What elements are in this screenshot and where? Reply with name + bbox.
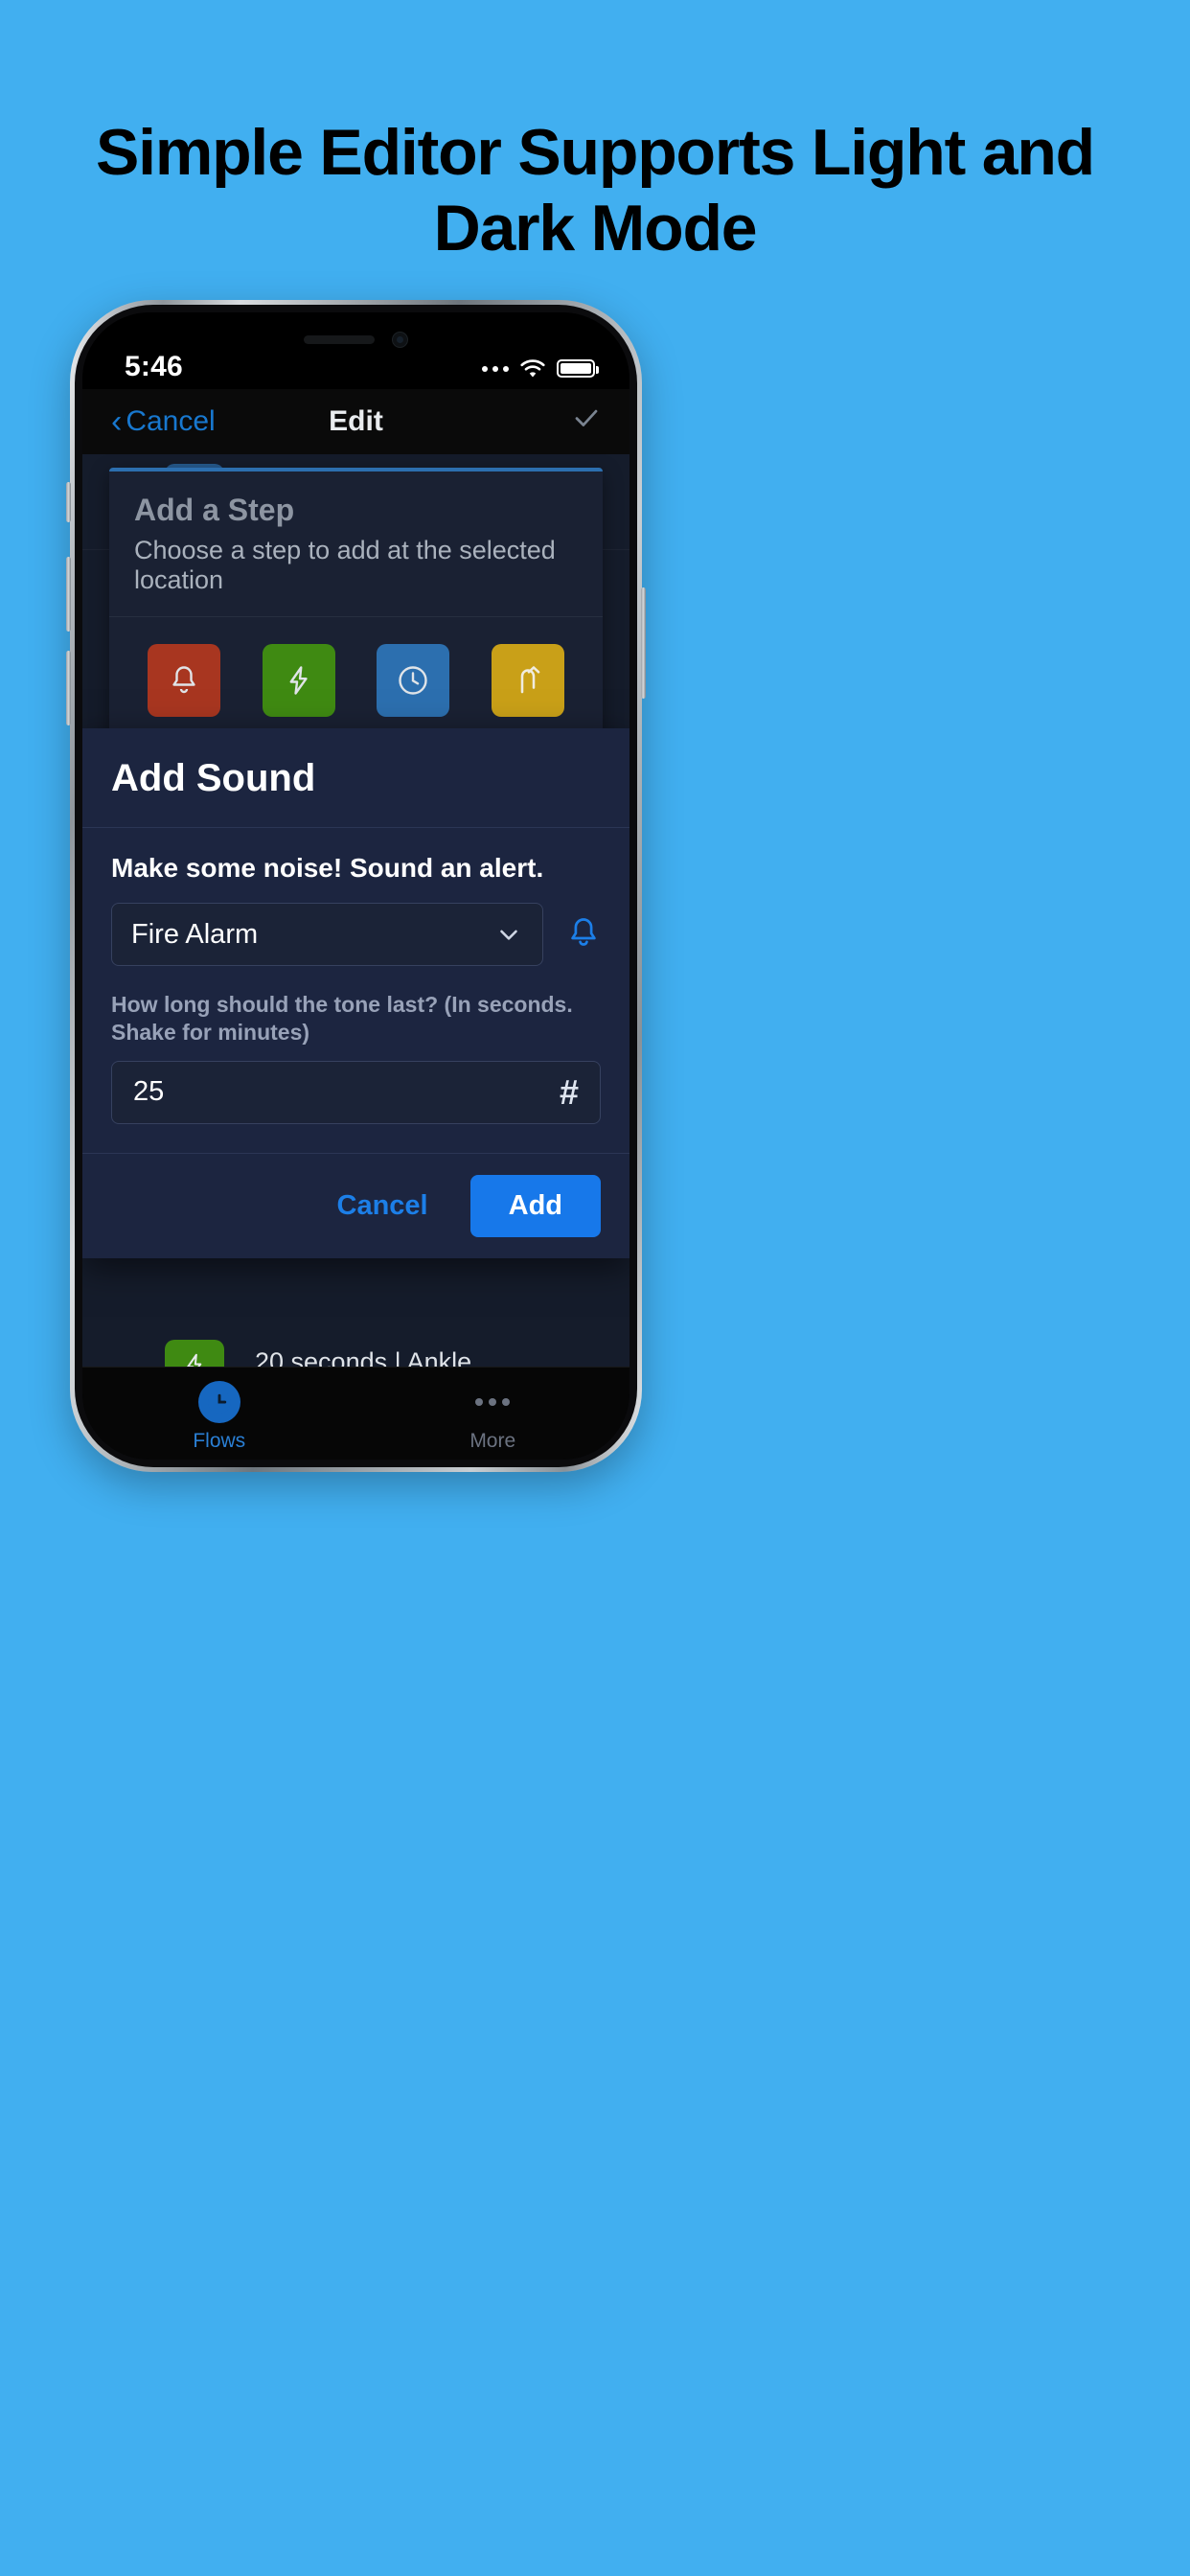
tab-more[interactable]: More [356,1381,630,1453]
duration-input[interactable]: 25 # [111,1060,601,1124]
row-actions [518,1364,605,1367]
status-bar: 5:46 [82,312,629,389]
done-button[interactable] [572,403,601,440]
dialog-footer: Cancel Add [82,1152,629,1258]
marketing-screenshot: Simple Editor Supports Light and Dark Mo… [0,0,1190,2576]
trash-icon[interactable] [579,1364,605,1367]
signal-dots-icon [482,365,509,372]
chevron-left-icon: ‹ [111,403,123,440]
sound-select-value: Fire Alarm [131,918,259,950]
dialog-cancel-button[interactable]: Cancel [320,1179,446,1233]
add-step-subtitle: Choose a step to add at the selected loc… [134,536,556,594]
dialog-add-button[interactable]: Add [469,1174,601,1237]
chevron-down-icon [500,930,517,940]
goto-arrow-icon [492,644,565,717]
add-step-panel: Add a Step Choose a step to add at the s… [109,468,603,770]
sound-select[interactable]: Fire Alarm [111,903,543,966]
wifi-icon [520,359,545,378]
battery-full-icon [557,359,599,378]
navigation-bar: ‹ Cancel Edit [82,389,629,454]
tab-bar: Flows More [82,1367,629,1460]
add-step-title: Add a Step [134,493,295,527]
editor-body: 9 Wait Wait 15 seconds [82,454,629,1367]
bell-icon [147,644,220,717]
tab-label: More [469,1430,516,1452]
sound-select-row: Fire Alarm [111,903,601,966]
row-text: 20 seconds | Ankle Touches [255,1347,472,1367]
dialog-title: Add Sound [111,757,316,799]
pencil-icon[interactable] [518,1364,544,1367]
number-hash-icon: # [559,1071,579,1112]
page-title: Simple Editor Supports Light and Dark Mo… [95,116,1095,264]
cancel-button[interactable]: ‹ Cancel [111,405,216,438]
mute-switch[interactable] [66,482,71,522]
volume-up-button[interactable] [66,557,71,632]
front-camera [392,331,408,348]
clock-icon [197,1381,240,1423]
add-step-header: Add a Step Choose a step to add at the s… [109,472,603,616]
dialog-header: Add Sound [82,728,629,828]
dialog-subtitle: Make some noise! Sound an alert. [111,853,544,883]
volume-down-button[interactable] [66,651,71,725]
table-row[interactable]: 10 Action 20 seconds | Ankle Touches [82,1330,629,1367]
duration-value: 25 [133,1076,165,1108]
dialog-body: Make some noise! Sound an alert. Fire Al… [82,828,629,1153]
power-button[interactable] [641,587,646,699]
row-type: Action [161,1340,228,1367]
phone-screen: 5:46 ‹ Cancel Edit 20 seconds | Ankle Ad… [82,312,629,1460]
lightning-icon [262,644,335,717]
notch [249,312,463,366]
status-icons [482,357,599,383]
add-sound-dialog: Add Sound Make some noise! Sound an aler… [82,728,629,1258]
phone-mockup: 5:46 ‹ Cancel Edit 20 seconds | Ankle Ad… [66,300,646,1472]
tab-flows[interactable]: Flows [82,1381,356,1453]
lightning-icon [165,1340,224,1367]
earpiece-speaker [304,334,375,344]
preview-sound-button[interactable] [566,913,601,956]
duration-label: How long should the tone last? (In secon… [111,992,573,1046]
clock-icon [377,644,450,717]
checkmark-icon [575,409,598,426]
ellipsis-icon [471,1381,514,1423]
status-time: 5:46 [125,351,183,382]
cancel-label: Cancel [126,405,216,437]
row-number: 10 [107,1364,144,1367]
bell-outline-icon [571,917,596,946]
tab-label: Flows [193,1430,246,1452]
